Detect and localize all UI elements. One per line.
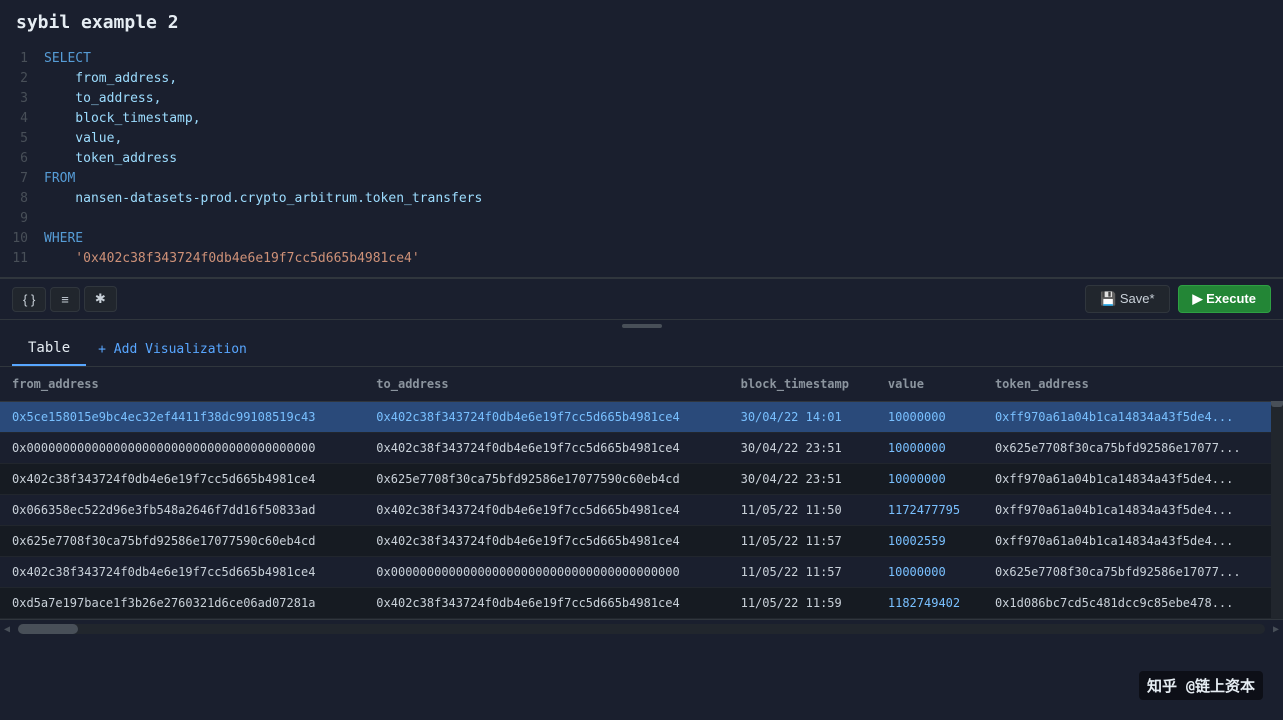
cell-block_timestamp: 30/04/22 14:01 bbox=[729, 402, 876, 433]
vertical-scrollbar[interactable] bbox=[1271, 367, 1283, 619]
cell-value: 1172477795 bbox=[876, 495, 983, 526]
cell-token_address: 0x625e7708f30ca75bfd92586e17077... bbox=[983, 557, 1283, 588]
line-number: 2 bbox=[0, 69, 28, 89]
line-number: 5 bbox=[0, 129, 28, 149]
cell-value: 10000000 bbox=[876, 402, 983, 433]
cell-value: 10000000 bbox=[876, 557, 983, 588]
code-line: token_address bbox=[44, 149, 1283, 169]
cell-value: 1182749402 bbox=[876, 588, 983, 619]
editor-toolbar: { } ≡ ✱ 💾 Save* Execute bbox=[0, 278, 1283, 320]
cell-value: 10000000 bbox=[876, 464, 983, 495]
cell-to_address: 0x402c38f343724f0db4e6e19f7cc5d665b4981c… bbox=[364, 433, 728, 464]
toolbar-right: 💾 Save* Execute bbox=[1085, 285, 1271, 313]
code-line: WHERE bbox=[44, 229, 1283, 249]
cell-to_address: 0x00000000000000000000000000000000000000… bbox=[364, 557, 728, 588]
code-line: '0x402c38f343724f0db4e6e19f7cc5d665b4981… bbox=[44, 249, 1283, 269]
line-number: 11 bbox=[0, 249, 28, 269]
table-row: 0x625e7708f30ca75bfd92586e17077590c60eb4… bbox=[0, 526, 1283, 557]
code-content[interactable]: SELECT from_address, to_address, block_t… bbox=[40, 49, 1283, 269]
line-number: 7 bbox=[0, 169, 28, 189]
line-number: 9 bbox=[0, 209, 28, 229]
cell-from_address: 0x5ce158015e9bc4ec32ef4411f38dc99108519c… bbox=[0, 402, 364, 433]
scroll-right-arrow[interactable]: ▶ bbox=[1269, 622, 1283, 636]
horizontal-scrollbar-track[interactable] bbox=[18, 624, 1265, 634]
code-line: to_address, bbox=[44, 89, 1283, 109]
cell-to_address: 0x402c38f343724f0db4e6e19f7cc5d665b4981c… bbox=[364, 402, 728, 433]
cell-value: 10000000 bbox=[876, 433, 983, 464]
resize-handle-indicator bbox=[622, 324, 662, 328]
cell-block_timestamp: 11/05/22 11:57 bbox=[729, 557, 876, 588]
line-number: 3 bbox=[0, 89, 28, 109]
data-table-container: from_address to_address block_timestamp … bbox=[0, 367, 1283, 619]
table-header-row: from_address to_address block_timestamp … bbox=[0, 367, 1283, 402]
cell-token_address: 0xff970a61a04b1ca14834a43f5de4... bbox=[983, 495, 1283, 526]
col-block-timestamp: block_timestamp bbox=[729, 367, 876, 402]
code-line bbox=[44, 209, 1283, 229]
cell-block_timestamp: 30/04/22 23:51 bbox=[729, 433, 876, 464]
table-row: 0x00000000000000000000000000000000000000… bbox=[0, 433, 1283, 464]
horizontal-scrollbar-thumb[interactable] bbox=[18, 624, 78, 634]
cell-token_address: 0xff970a61a04b1ca14834a43f5de4... bbox=[983, 464, 1283, 495]
format-json-button[interactable]: { } bbox=[12, 287, 46, 312]
save-icon: 💾 bbox=[1100, 291, 1120, 306]
line-number: 10 bbox=[0, 229, 28, 249]
tab-table[interactable]: Table bbox=[12, 332, 86, 366]
cell-from_address: 0x402c38f343724f0db4e6e19f7cc5d665b4981c… bbox=[0, 557, 364, 588]
cell-block_timestamp: 30/04/22 23:51 bbox=[729, 464, 876, 495]
cell-from_address: 0x402c38f343724f0db4e6e19f7cc5d665b4981c… bbox=[0, 464, 364, 495]
line-number: 6 bbox=[0, 149, 28, 169]
watermark: 知乎 @链上资本 bbox=[1139, 671, 1263, 700]
cell-to_address: 0x402c38f343724f0db4e6e19f7cc5d665b4981c… bbox=[364, 526, 728, 557]
execute-button[interactable]: Execute bbox=[1178, 285, 1271, 313]
cell-token_address: 0xff970a61a04b1ca14834a43f5de4... bbox=[983, 526, 1283, 557]
format-star-button[interactable]: ✱ bbox=[84, 286, 117, 312]
col-to-address: to_address bbox=[364, 367, 728, 402]
code-line: from_address, bbox=[44, 69, 1283, 89]
table-row: 0xd5a7e197bace1f3b26e2760321d6ce06ad0728… bbox=[0, 588, 1283, 619]
page-title: sybil example 2 bbox=[0, 0, 1283, 41]
table-row: 0x402c38f343724f0db4e6e19f7cc5d665b4981c… bbox=[0, 464, 1283, 495]
cell-token_address: 0xff970a61a04b1ca14834a43f5de4... bbox=[983, 402, 1283, 433]
cell-from_address: 0x00000000000000000000000000000000000000… bbox=[0, 433, 364, 464]
col-from-address: from_address bbox=[0, 367, 364, 402]
save-button[interactable]: 💾 Save* bbox=[1085, 285, 1170, 313]
line-numbers: 1234567891011 bbox=[0, 49, 40, 269]
table-row: 0x402c38f343724f0db4e6e19f7cc5d665b4981c… bbox=[0, 557, 1283, 588]
col-token-address: token_address bbox=[983, 367, 1283, 402]
table-row: 0x066358ec522d96e3fb548a2646f7dd16f50833… bbox=[0, 495, 1283, 526]
cell-block_timestamp: 11/05/22 11:50 bbox=[729, 495, 876, 526]
cell-to_address: 0x625e7708f30ca75bfd92586e17077590c60eb4… bbox=[364, 464, 728, 495]
line-number: 8 bbox=[0, 189, 28, 209]
cell-to_address: 0x402c38f343724f0db4e6e19f7cc5d665b4981c… bbox=[364, 588, 728, 619]
table-body: 0x5ce158015e9bc4ec32ef4411f38dc99108519c… bbox=[0, 402, 1283, 619]
cell-token_address: 0x1d086bc7cd5c481dcc9c85ebe478... bbox=[983, 588, 1283, 619]
cell-block_timestamp: 11/05/22 11:59 bbox=[729, 588, 876, 619]
data-table: from_address to_address block_timestamp … bbox=[0, 367, 1283, 619]
cell-block_timestamp: 11/05/22 11:57 bbox=[729, 526, 876, 557]
results-section: Table + Add Visualization from_address t… bbox=[0, 332, 1283, 638]
cell-from_address: 0xd5a7e197bace1f3b26e2760321d6ce06ad0728… bbox=[0, 588, 364, 619]
code-line: value, bbox=[44, 129, 1283, 149]
horizontal-scrollbar-container: ◀ ▶ bbox=[0, 619, 1283, 638]
code-line: SELECT bbox=[44, 49, 1283, 69]
code-editor: 1234567891011 SELECT from_address, to_ad… bbox=[0, 41, 1283, 278]
code-line: FROM bbox=[44, 169, 1283, 189]
col-value: value bbox=[876, 367, 983, 402]
cell-token_address: 0x625e7708f30ca75bfd92586e17077... bbox=[983, 433, 1283, 464]
results-tabs: Table + Add Visualization bbox=[0, 332, 1283, 367]
line-number: 1 bbox=[0, 49, 28, 69]
add-visualization-button[interactable]: + Add Visualization bbox=[86, 334, 259, 365]
cell-to_address: 0x402c38f343724f0db4e6e19f7cc5d665b4981c… bbox=[364, 495, 728, 526]
code-line: nansen-datasets-prod.crypto_arbitrum.tok… bbox=[44, 189, 1283, 209]
cell-value: 10002559 bbox=[876, 526, 983, 557]
format-list-button[interactable]: ≡ bbox=[50, 287, 80, 312]
code-line: block_timestamp, bbox=[44, 109, 1283, 129]
resize-handle[interactable] bbox=[0, 320, 1283, 332]
cell-from_address: 0x066358ec522d96e3fb548a2646f7dd16f50833… bbox=[0, 495, 364, 526]
scroll-left-arrow[interactable]: ◀ bbox=[0, 622, 14, 636]
cell-from_address: 0x625e7708f30ca75bfd92586e17077590c60eb4… bbox=[0, 526, 364, 557]
line-number: 4 bbox=[0, 109, 28, 129]
table-row: 0x5ce158015e9bc4ec32ef4411f38dc99108519c… bbox=[0, 402, 1283, 433]
